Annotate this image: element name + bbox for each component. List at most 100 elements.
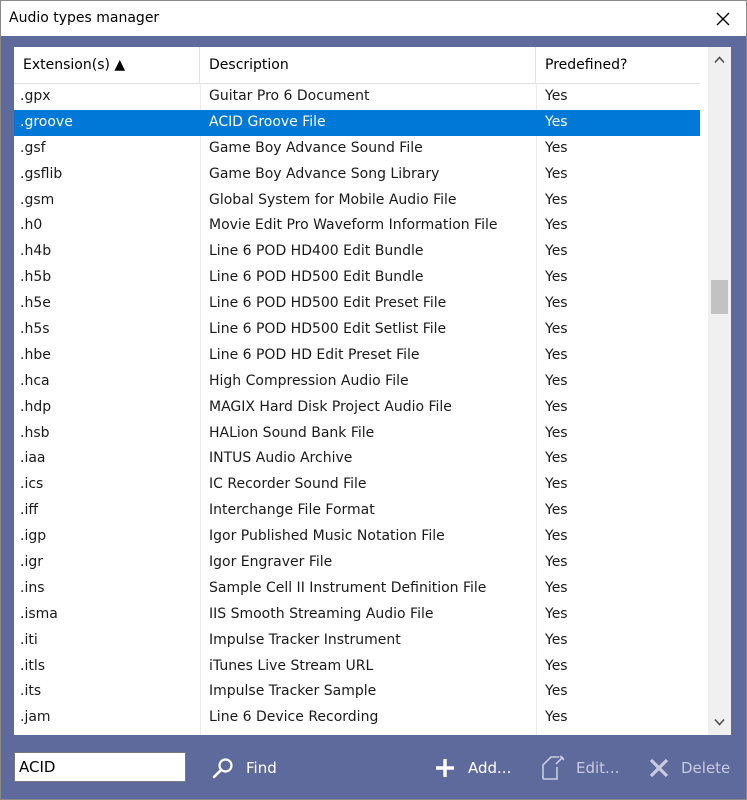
audio-types-list[interactable]: Extension(s) ▲ Description Predefined? .… [14,47,731,735]
chevron-up-icon [714,56,725,64]
cell-extension: .hsb [20,424,50,441]
delete-label: Delete [681,759,731,777]
cell-extension: .iaa [20,450,46,467]
cell-predefined: Yes [545,528,568,545]
cell-description: IIS Smooth Streaming Audio File [209,605,434,622]
cell-predefined: Yes [545,683,568,700]
cell-predefined: Yes [545,579,568,596]
table-row[interactable]: .h0 Movie Edit Pro Waveform Information F… [14,213,700,239]
table-row[interactable]: .igp Igor Published Music Notation File Ye… [14,524,700,550]
table-row[interactable]: .h5s Line 6 POD HD500 Edit Setlist File Ye… [14,317,700,343]
cell-predefined: Yes [545,398,568,415]
table-row[interactable]: .iaa INTUS Audio Archive Yes [14,446,700,472]
vertical-scrollbar[interactable] [708,47,731,735]
cell-extension: .iff [20,502,38,519]
cell-predefined: Yes [545,295,568,312]
cell-description: Impulse Tracker Instrument [209,631,401,648]
cell-description: Igor Published Music Notation File [209,528,445,545]
table-row[interactable]: .ics IC Recorder Sound File Yes [14,472,700,498]
column-header-extension[interactable]: Extension(s) ▲ [14,47,200,83]
cell-predefined: Yes [545,165,568,182]
delete-button[interactable]: Delete [648,753,730,783]
table-row[interactable]: .gsm Global System for Mobile Audio File Y… [14,188,700,214]
cell-description: INTUS Audio Archive [209,450,353,467]
cell-description: Interchange File Format [209,502,375,519]
cell-extension: .its [20,683,42,700]
cell-extension: .h5e [20,295,51,312]
cell-extension: .h4b [20,243,52,260]
cell-predefined: Yes [545,217,568,234]
cell-extension: .igr [20,554,43,571]
cell-description: Game Boy Advance Song Library [209,165,440,182]
table-row[interactable]: .igr Igor Engraver File Yes [14,550,700,576]
table-row[interactable]: .iti Impulse Tracker Instrument Yes [14,628,700,654]
cell-extension: .h0 [20,217,43,234]
cell-predefined: Yes [545,450,568,467]
cell-predefined: Yes [545,321,568,338]
table-row[interactable]: .itls iTunes Live Stream URL Yes [14,654,700,680]
cell-description: Movie Edit Pro Waveform Information File [209,217,498,234]
table-row[interactable]: .gpx Guitar Pro 6 Document Yes [14,84,700,110]
cell-extension: .ics [20,476,44,493]
cell-description: HALion Sound Bank File [209,424,375,441]
table-row[interactable]: .its Impulse Tracker Sample Yes [14,679,700,705]
cell-description: Igor Engraver File [209,554,333,571]
search-input[interactable] [14,752,186,782]
cell-description: Game Boy Advance Sound File [209,139,423,156]
close-button[interactable] [700,1,746,36]
table-row[interactable]: .hca High Compression Audio File Yes [14,369,700,395]
cell-description: iTunes Live Stream URL [209,657,374,674]
cell-predefined: Yes [545,476,568,493]
cell-description: Line 6 POD HD400 Edit Bundle [209,243,424,260]
scroll-up-button[interactable] [708,49,731,71]
edit-label: Edit... [576,759,620,777]
plus-icon [433,756,457,780]
cell-description: Global System for Mobile Audio File [209,191,457,208]
cell-predefined: Yes [545,346,568,363]
scroll-down-button[interactable] [708,711,731,733]
cell-predefined: Yes [545,191,568,208]
table-header: Extension(s) ▲ Description Predefined? [14,47,700,84]
table-row[interactable]: .ins Sample Cell II Instrument Definition… [14,576,700,602]
cell-predefined: Yes [545,424,568,441]
cell-extension: .isma [20,605,58,622]
add-button[interactable]: Add... [433,753,511,783]
cell-description: Line 6 POD HD500 Edit Bundle [209,269,424,286]
cell-description: High Compression Audio File [209,372,409,389]
chevron-down-icon [714,718,725,726]
cell-extension: .igp [20,528,47,545]
cell-predefined: Yes [545,139,568,156]
cell-description: Line 6 POD HD500 Edit Preset File [209,295,447,312]
cell-predefined: Yes [545,269,568,286]
cell-description: Line 6 POD HD Edit Preset File [209,346,420,363]
table-row[interactable]: .h4b Line 6 POD HD400 Edit Bundle Yes [14,239,700,265]
find-button[interactable]: Find [211,753,277,783]
cell-predefined: Yes [545,554,568,571]
column-header-predefined[interactable]: Predefined? [536,47,700,83]
table-row[interactable]: .gsf Game Boy Advance Sound File Yes [14,136,700,162]
table-row[interactable]: .jam Line 6 Device Recording Yes [14,705,700,731]
window-title: Audio types manager [9,10,160,26]
cell-description: Guitar Pro 6 Document [209,88,370,104]
table-row[interactable]: .hsb HALion Sound Bank File Yes [14,421,700,447]
cell-predefined: Yes [545,502,568,519]
edit-icon [541,755,565,781]
cell-extension: .itls [20,657,46,674]
table-row[interactable]: .groove ACID Groove File Yes [14,109,700,136]
cell-extension: .h5s [20,321,50,338]
table-row[interactable]: .h5e Line 6 POD HD500 Edit Preset File Yes [14,291,700,317]
audio-types-window: Audio types manager Extension(s) ▲ Descr… [0,0,747,800]
table-row[interactable]: .isma IIS Smooth Streaming Audio File Yes [14,602,700,628]
table-row[interactable]: .hdp MAGIX Hard Disk Project Audio File Ye… [14,395,700,421]
cell-description: Sample Cell II Instrument Definition Fil… [209,579,487,596]
table-row[interactable]: .gsflib Game Boy Advance Song Library Yes [14,162,700,188]
scroll-thumb[interactable] [711,280,728,314]
cell-description: ACID Groove File [209,113,326,130]
column-header-description[interactable]: Description [200,47,536,83]
cell-predefined: Yes [545,657,568,674]
table-row[interactable]: .iff Interchange File Format Yes [14,498,700,524]
cell-predefined: Yes [545,113,568,130]
edit-button[interactable]: Edit... [541,753,619,783]
table-row[interactable]: .h5b Line 6 POD HD500 Edit Bundle Yes [14,265,700,291]
table-row[interactable]: .hbe Line 6 POD HD Edit Preset File Yes [14,343,700,369]
